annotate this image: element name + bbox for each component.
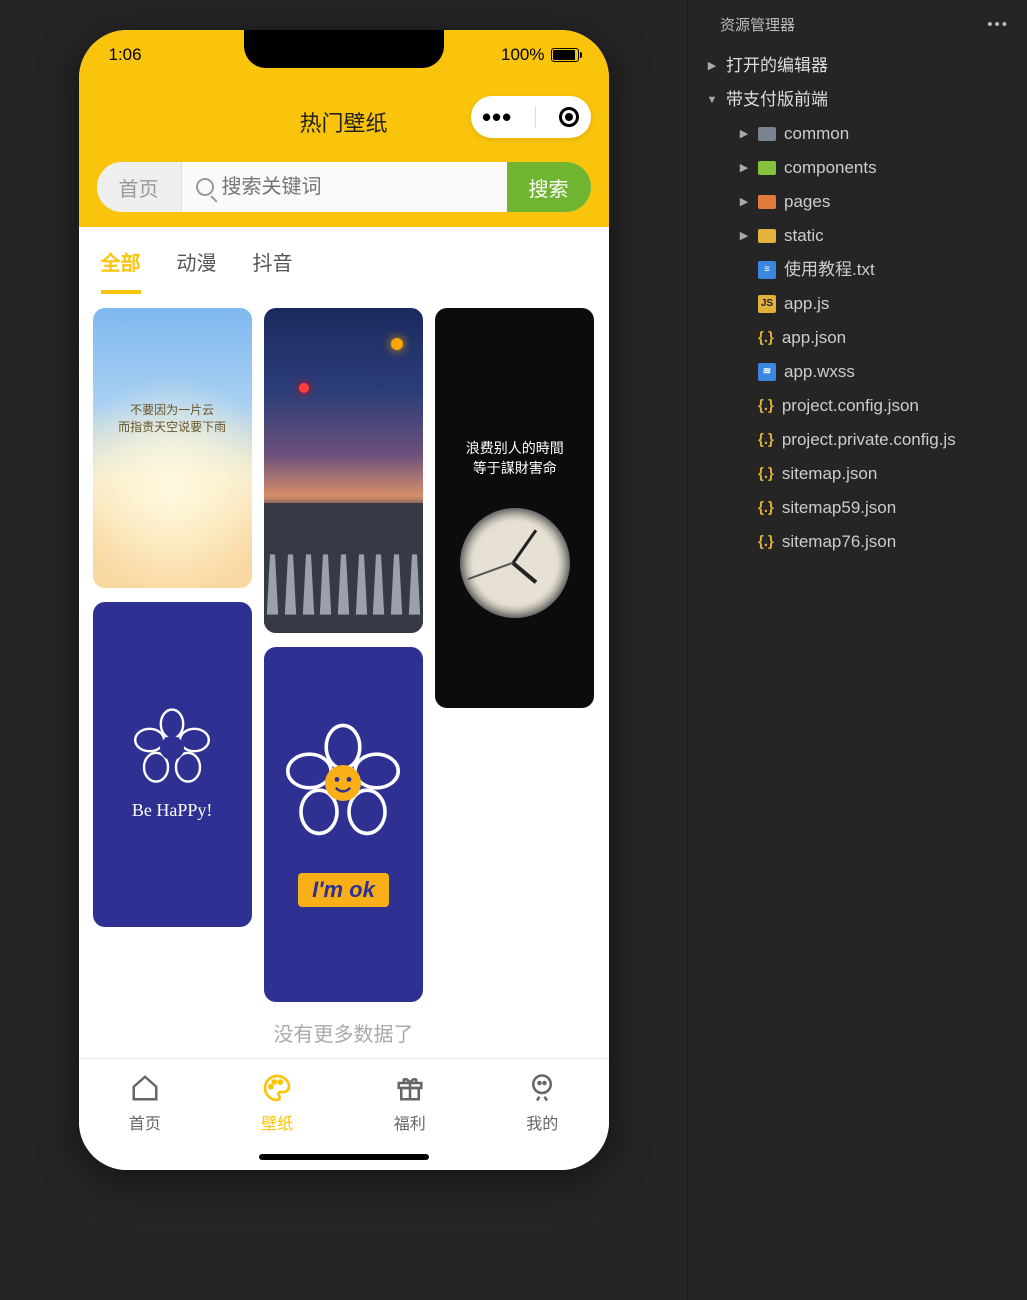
chevron-icon: ▶ [738, 123, 750, 145]
search-icon [196, 178, 214, 196]
tabbar-label: 壁纸 [261, 1110, 293, 1134]
tree-folder[interactable]: ▶pages [688, 185, 1027, 219]
folder-icon [758, 127, 776, 141]
tree-section[interactable]: ▶打开的编辑器 [688, 49, 1027, 83]
close-target-icon[interactable] [559, 107, 579, 127]
tabbar-label: 我的 [526, 1110, 558, 1134]
json-icon: {.} [758, 493, 774, 523]
tree-file[interactable]: JSapp.js [688, 287, 1027, 321]
wallpaper-card[interactable]: Be HaPPy! [93, 602, 252, 927]
wallpaper-card[interactable] [264, 308, 423, 633]
search-button[interactable]: 搜索 [507, 162, 591, 212]
chevron-icon: ▶ [706, 55, 718, 77]
json-icon: {.} [758, 425, 774, 455]
tabbar-gift[interactable]: 福利 [393, 1071, 427, 1134]
wallpaper-grid[interactable]: 不要因为一片云而指责天空说要下雨 Be HaPPy! I'm ok浪费别人的時間… [79, 294, 609, 1002]
search-home-button[interactable]: 首页 [97, 162, 182, 212]
json-icon: {.} [758, 391, 774, 421]
file-icon: JS [758, 295, 776, 313]
folder-icon [758, 161, 776, 175]
wallpaper-card[interactable]: I'm ok [264, 647, 423, 1002]
chevron-icon: ▶ [738, 191, 750, 213]
battery-icon [551, 48, 579, 62]
tree-file[interactable]: {.}sitemap.json [688, 457, 1027, 491]
tabbar-label: 福利 [394, 1110, 426, 1134]
wallpaper-card[interactable]: 浪费别人的時間等于謀財害命 [435, 308, 594, 708]
tabbar-label: 首页 [129, 1110, 161, 1134]
tree-file[interactable]: {.}project.config.json [688, 389, 1027, 423]
search-input[interactable] [222, 176, 493, 199]
file-icon: ≋ [758, 363, 776, 381]
tree-folder[interactable]: ▶static [688, 219, 1027, 253]
search-bar: 首页 搜索 [97, 162, 591, 212]
folder-icon [758, 229, 776, 243]
home-indicator [259, 1154, 429, 1160]
tree-file[interactable]: ≋app.wxss [688, 355, 1027, 389]
phone-notch [244, 30, 444, 68]
user-icon [525, 1071, 559, 1105]
tab-动漫[interactable]: 动漫 [177, 247, 217, 294]
tree-folder[interactable]: ▶common [688, 117, 1027, 151]
no-more-data: 没有更多数据了 [79, 1002, 609, 1063]
phone-simulator: 1:06 100% 热门壁纸 ••• 首页 搜 [79, 30, 609, 1170]
chevron-icon: ▶ [738, 225, 750, 247]
explorer-panel: 资源管理器 ••• ▶打开的编辑器▼带支付版前端▶common▶componen… [687, 0, 1027, 1300]
tabbar-palette[interactable]: 壁纸 [260, 1071, 294, 1134]
palette-icon [260, 1071, 294, 1105]
json-icon: {.} [758, 323, 774, 353]
folder-icon [758, 195, 776, 209]
chevron-icon: ▶ [738, 157, 750, 179]
tab-全部[interactable]: 全部 [101, 247, 141, 294]
json-icon: {.} [758, 527, 774, 557]
tree-file[interactable]: {.}app.json [688, 321, 1027, 355]
page-title: 热门壁纸 [299, 106, 387, 138]
category-tabs: 全部动漫抖音 [79, 227, 609, 294]
home-icon [128, 1071, 162, 1105]
tree-file[interactable]: {.}sitemap76.json [688, 525, 1027, 559]
status-time: 1:06 [109, 45, 142, 65]
tabbar-user[interactable]: 我的 [525, 1071, 559, 1134]
tree-file[interactable]: ≡使用教程.txt [688, 253, 1027, 287]
tree-file[interactable]: {.}project.private.config.js [688, 423, 1027, 457]
tabbar-home[interactable]: 首页 [128, 1071, 162, 1134]
more-icon[interactable]: ••• [987, 16, 1009, 33]
file-tree[interactable]: ▶打开的编辑器▼带支付版前端▶common▶components▶pages▶s… [688, 45, 1027, 563]
menu-icon[interactable]: ••• [482, 113, 512, 121]
json-icon: {.} [758, 459, 774, 489]
tab-抖音[interactable]: 抖音 [253, 247, 293, 294]
file-icon: ≡ [758, 261, 776, 279]
tree-file[interactable]: {.}sitemap59.json [688, 491, 1027, 525]
status-battery: 100% [501, 45, 544, 65]
gift-icon [393, 1071, 427, 1105]
tree-folder[interactable]: ▶components [688, 151, 1027, 185]
explorer-title: 资源管理器 [720, 14, 795, 35]
miniprogram-capsule[interactable]: ••• [471, 96, 591, 138]
wallpaper-card[interactable]: 不要因为一片云而指责天空说要下雨 [93, 308, 252, 588]
chevron-icon: ▼ [706, 89, 718, 111]
tree-section[interactable]: ▼带支付版前端 [688, 83, 1027, 117]
